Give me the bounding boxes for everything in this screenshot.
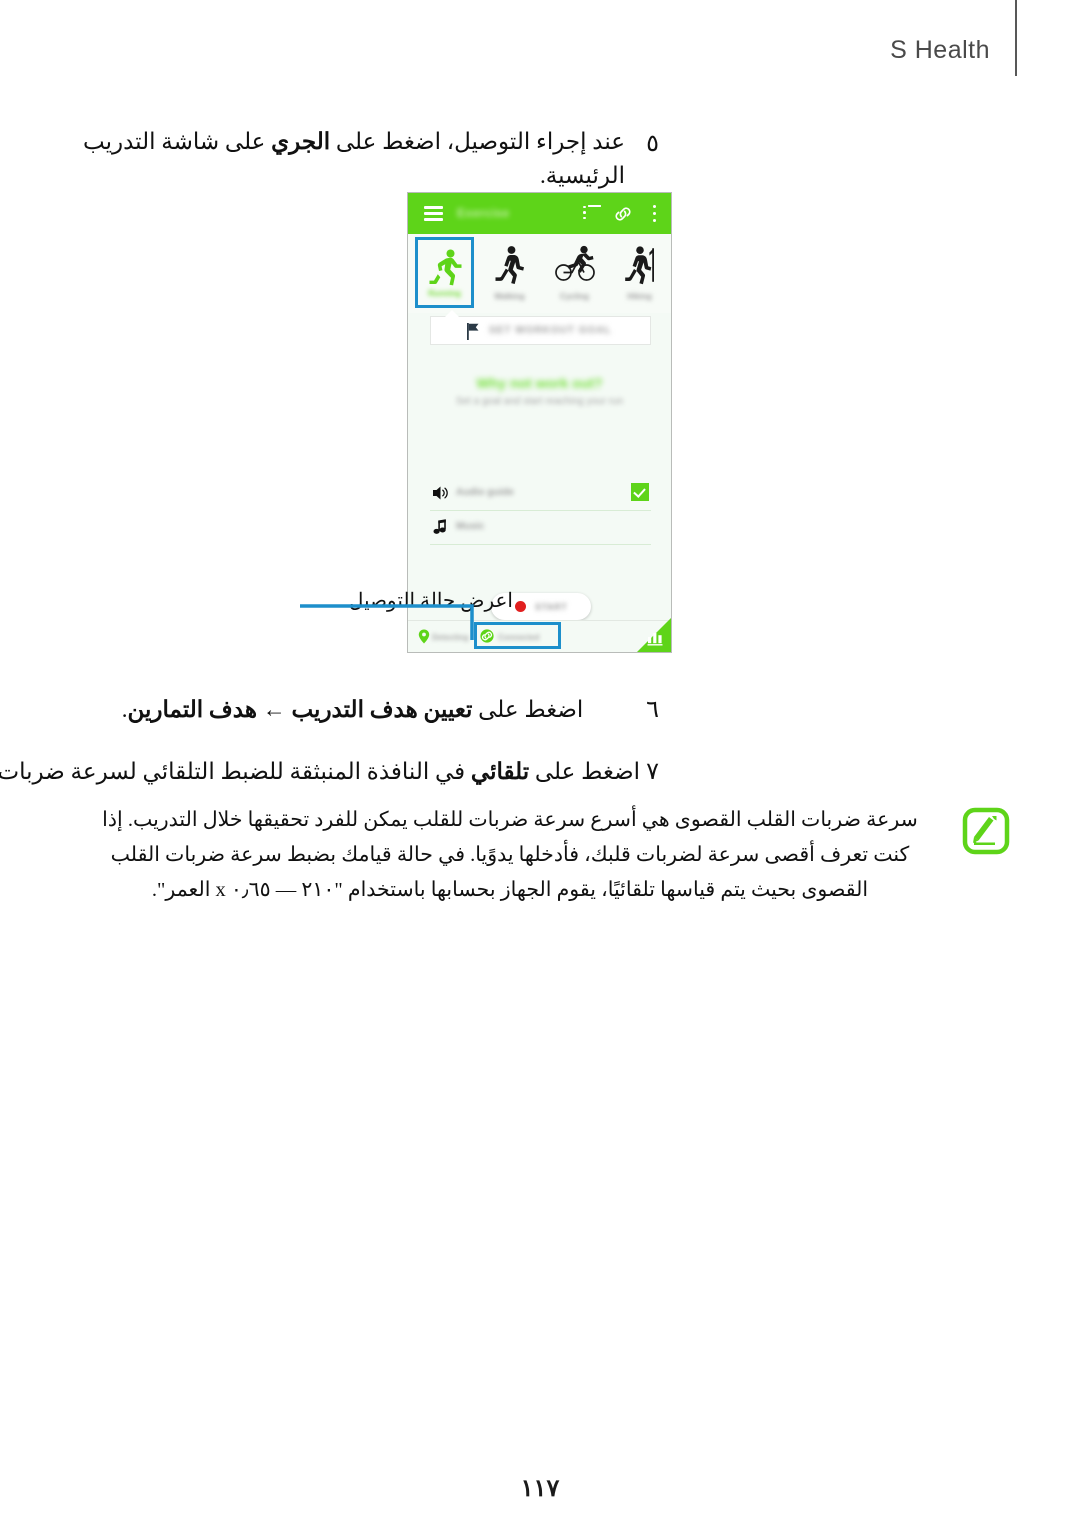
header-divider: [1015, 0, 1017, 76]
app-bar-title: Exercise: [457, 206, 510, 220]
step-5: ٥ عند إجراء التوصيل، اضغط على الجري على …: [80, 125, 659, 193]
link-icon[interactable]: [613, 205, 633, 223]
exercise-item-running[interactable]: Running: [415, 237, 474, 308]
selection-caret: [445, 310, 459, 317]
step-5-text-bold: الجري: [271, 129, 331, 154]
exercise-label-cycling: Cycling: [560, 292, 589, 301]
cycling-icon: [554, 243, 596, 285]
note-pencil-icon: [962, 807, 1010, 855]
list-icon[interactable]: [583, 205, 601, 221]
walking-icon: [489, 243, 531, 285]
running-icon: [424, 246, 466, 288]
page-number: ١١٧: [520, 1476, 560, 1502]
option-row-music[interactable]: Music: [430, 510, 651, 545]
step-5-text: عند إجراء التوصيل، اضغط على الجري على شا…: [80, 125, 625, 193]
step-6: ٦ اضغط على تعيين هدف التدريب ← هدف التما…: [80, 693, 659, 727]
page-header: S Health: [0, 0, 1080, 78]
step-6-number: ٦: [646, 697, 659, 723]
step-7-text: اضغط على تلقائي في النافذة المنبثقة للضب…: [0, 755, 640, 789]
music-note-icon: [432, 519, 449, 535]
callout-leader-line: [300, 604, 474, 640]
audio-guide-checkbox[interactable]: [631, 483, 649, 501]
exercise-label-hiking: Hiking: [627, 292, 652, 301]
note-text: سرعة ضربات القلب القصوى هي أسرع سرعة ضرب…: [102, 809, 918, 901]
step-6-text-bold: تعيين هدف التدريب ← هدف التمارين: [127, 697, 473, 722]
exercise-label-walking: Walking: [494, 292, 525, 301]
exercise-item-walking[interactable]: Walking: [480, 237, 539, 308]
set-workout-goal-label: SET WORKOUT GOAL: [489, 325, 612, 336]
app-bar: Exercise: [408, 193, 671, 234]
hamburger-menu-icon[interactable]: [424, 206, 443, 221]
page-title: S Health: [890, 36, 990, 64]
music-label: Music: [456, 521, 485, 532]
note-box: سرعة ضربات القلب القصوى هي أسرع سرعة ضرب…: [80, 800, 1010, 915]
exercise-item-hiking[interactable]: Hiking: [610, 237, 669, 308]
overflow-menu-icon[interactable]: [653, 205, 657, 223]
exercise-type-selector: Running Walking Cycling Hiking: [408, 234, 671, 313]
step-7-text-post: في النافذة المنبثقة للضبط التلقائي لسرعة…: [0, 759, 466, 784]
step-6-text: اضغط على تعيين هدف التدريب ← هدف التماري…: [80, 693, 625, 727]
exercise-item-cycling[interactable]: Cycling: [545, 237, 604, 308]
hiking-icon: [619, 243, 661, 285]
step-7-number: ٧: [646, 759, 659, 785]
step-5-number: ٥: [646, 131, 659, 157]
step-5-text-pre: عند إجراء التوصيل، اضغط على: [330, 129, 625, 154]
audio-guide-label: Audio guide: [456, 487, 514, 498]
step-7-text-pre: اضغط على: [529, 759, 640, 784]
exercise-label-running: Running: [428, 289, 461, 298]
flag-icon: [467, 323, 480, 340]
promo-subtitle: Set a goal and start reaching your run: [455, 396, 624, 407]
promo-title: Why not work out?: [476, 375, 603, 391]
set-workout-goal-card[interactable]: SET WORKOUT GOAL: [430, 316, 651, 345]
bar-chart-icon[interactable]: [647, 631, 664, 646]
step-7-text-bold: تلقائي: [470, 759, 530, 784]
option-row-audio-guide[interactable]: Audio guide: [430, 476, 651, 511]
audio-guide-icon: [432, 485, 449, 501]
step-6-text-pre: اضغط على: [472, 697, 584, 722]
